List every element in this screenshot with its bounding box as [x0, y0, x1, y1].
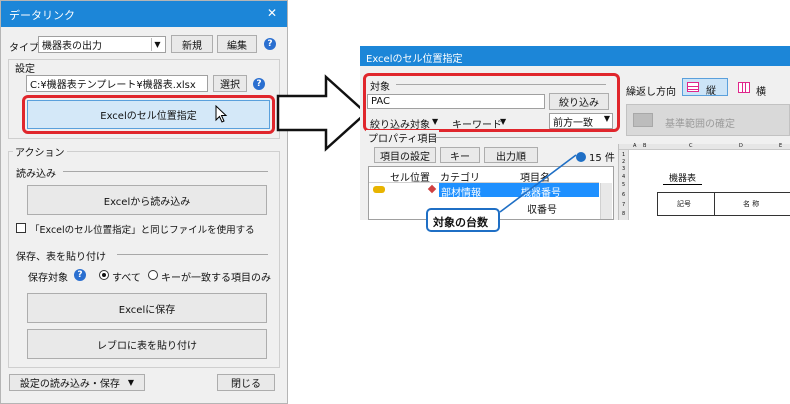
panel-title: Excelのセル位置指定 — [366, 54, 463, 65]
horizontal-icon[interactable] — [738, 82, 750, 93]
row-header: 3 — [622, 166, 626, 172]
callout-text: 対象の台数 — [433, 216, 488, 229]
help-icon[interactable]: ? — [264, 38, 276, 50]
col-header: B — [643, 143, 647, 149]
row-header: 1 — [622, 152, 626, 158]
divider — [117, 254, 268, 255]
data-link-dialog: データリンク ✕ タイプ 機器表の出力 ▼ 新規 編集 ? 設定 C:¥機器表テ… — [0, 0, 288, 404]
col-header: D — [739, 143, 743, 149]
mouse-cursor-icon — [215, 105, 228, 123]
cell-position-button[interactable]: Excelのセル位置指定 — [27, 100, 270, 129]
radio-all[interactable] — [99, 270, 109, 280]
col-header: A — [633, 143, 637, 149]
range-icon — [633, 113, 653, 127]
vertical-toggle[interactable]: 縦 — [682, 78, 728, 97]
load-from-excel-button[interactable]: Excelから読み込み — [27, 185, 267, 215]
sheet-title-cell: 機器表 — [663, 171, 703, 185]
row-header: 7 — [622, 202, 626, 208]
row-header: 6 — [622, 192, 626, 198]
divider — [432, 137, 612, 138]
target-highlight-frame — [363, 73, 620, 132]
base-range-label: 基準範囲の確定 — [665, 119, 735, 130]
sheet-header-cell: 名 称 — [743, 200, 760, 208]
close-icon[interactable]: ✕ — [267, 6, 277, 20]
new-button[interactable]: 新規 — [171, 35, 213, 53]
vertical-label: 縦 — [706, 86, 716, 97]
radio-key-match[interactable] — [148, 270, 158, 280]
same-file-checkbox-label: 「Excelのセル位置指定」と同じファイルを使用する — [30, 225, 255, 236]
type-select[interactable]: 機器表の出力 ▼ — [38, 36, 166, 53]
sheet-table-divider — [714, 192, 715, 216]
edit-button[interactable]: 編集 — [217, 35, 257, 53]
radio-all-label: すべて — [112, 273, 141, 284]
panel-title-bar: Excelのセル位置指定 — [360, 46, 790, 66]
row-header: 2 — [622, 159, 626, 165]
pencil-icon — [427, 184, 437, 194]
scrollbar[interactable] — [600, 183, 612, 219]
save-target-label: 保存対象 — [28, 273, 68, 284]
save-paste-label: 保存、表を貼り付け — [16, 252, 106, 263]
divider — [63, 171, 268, 172]
settings-menu-label: 設定の読み込み・保存 — [19, 379, 120, 390]
dialog-title: データリンク — [9, 9, 75, 22]
save-to-excel-button[interactable]: Excelに保存 — [27, 293, 267, 323]
settings-label: 設定 — [13, 60, 37, 75]
dialog-title-bar: データリンク ✕ — [1, 1, 287, 27]
close-button[interactable]: 閉じる — [217, 374, 275, 391]
col-header: E — [779, 143, 783, 149]
file-path-field[interactable]: C:¥機器表テンプレート¥機器表.xlsx — [26, 75, 208, 92]
vertical-icon — [687, 82, 699, 92]
sheet-header-cell: 記号 — [677, 200, 691, 208]
row-header: 5 — [622, 182, 626, 188]
radio-key-match-label: キーが一致する項目のみ — [161, 273, 271, 284]
row-header: 8 — [622, 211, 626, 217]
count-text: 15 件 — [589, 153, 615, 164]
callout-box: 対象の台数 — [426, 208, 500, 232]
help-icon[interactable]: ? — [74, 269, 86, 281]
settings-menu-button[interactable]: 設定の読み込み・保存 ▼ — [9, 374, 145, 391]
item-settings-button[interactable]: 項目の設定 — [374, 147, 436, 163]
select-button[interactable]: 選択 — [213, 75, 247, 92]
help-icon[interactable]: ? — [253, 78, 265, 90]
load-label: 読み込み — [16, 169, 56, 180]
paste-table-button[interactable]: レブロに表を貼り付け — [27, 329, 267, 359]
horizontal-label[interactable]: 横 — [756, 83, 766, 98]
key-icon — [373, 186, 385, 193]
repeat-direction-label: 繰返し方向 — [626, 87, 676, 98]
arrow-icon — [276, 74, 368, 152]
caret-down-icon: ▼ — [127, 378, 135, 387]
action-label: アクション — [13, 144, 67, 159]
col-header: C — [689, 143, 693, 149]
row-header: 4 — [622, 174, 626, 180]
type-label: タイプ — [9, 43, 39, 54]
base-range-button[interactable]: 基準範囲の確定 — [626, 104, 790, 136]
sheet-preview: A B C D E 1 2 3 4 5 6 7 8 機器表 記号 名 称 — [618, 143, 790, 220]
type-select-value: 機器表の出力 — [42, 41, 102, 52]
same-file-checkbox[interactable] — [16, 223, 26, 233]
chevron-down-icon: ▼ — [151, 38, 163, 51]
property-items-label: プロパティ項目 — [366, 130, 440, 145]
